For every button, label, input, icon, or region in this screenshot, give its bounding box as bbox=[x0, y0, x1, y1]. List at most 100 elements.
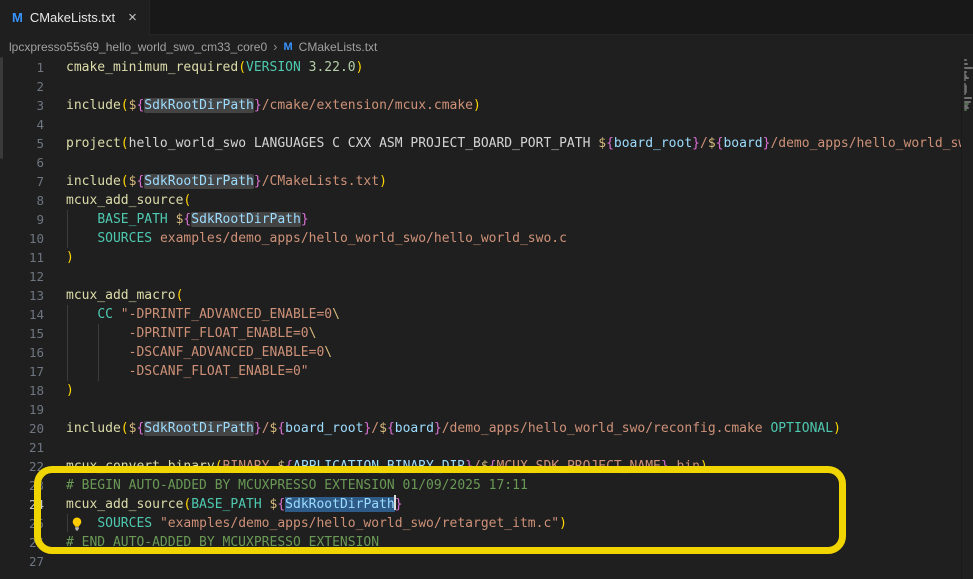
code-text bbox=[44, 267, 66, 286]
code-line[interactable]: 25 SOURCES "examples/demo_apps/hello_wor… bbox=[0, 514, 973, 533]
indent-guide bbox=[67, 210, 68, 248]
code-line[interactable]: 1cmake_minimum_required(VERSION 3.22.0) bbox=[0, 58, 973, 77]
code-line[interactable]: 7include(${SdkRootDirPath}/CMakeLists.tx… bbox=[0, 172, 973, 191]
code-line[interactable]: 22mcux_convert_binary(BINARY ${APPLICATI… bbox=[0, 457, 973, 476]
code-line[interactable]: 4 bbox=[0, 115, 973, 134]
line-number[interactable]: 22 bbox=[0, 457, 44, 476]
code-text: CC "-DPRINTF_ADVANCED_ENABLE=0\ bbox=[44, 305, 340, 324]
tab-cmakelists[interactable]: M CMakeLists.txt × bbox=[0, 0, 150, 35]
code-line[interactable]: 18) bbox=[0, 381, 973, 400]
line-number[interactable]: 25 bbox=[0, 514, 44, 533]
code-text: ) bbox=[44, 248, 74, 267]
code-line[interactable]: 27 bbox=[0, 552, 973, 571]
line-number[interactable]: 5 bbox=[0, 134, 44, 153]
line-number[interactable]: 6 bbox=[0, 153, 44, 172]
code-line[interactable]: 15 -DPRINTF_FLOAT_ENABLE=0\ bbox=[0, 324, 973, 343]
code-text: # BEGIN AUTO-ADDED BY MCUXPRESSO EXTENSI… bbox=[44, 476, 528, 495]
line-number[interactable]: 2 bbox=[0, 77, 44, 96]
code-text: mcux_add_macro( bbox=[44, 286, 183, 305]
code-text: include(${SdkRootDirPath}/${board_root}/… bbox=[44, 419, 841, 438]
code-text: -DSCANF_ADVANCED_ENABLE=0\ bbox=[44, 343, 332, 362]
code-editor[interactable]: 1cmake_minimum_required(VERSION 3.22.0)2… bbox=[0, 57, 973, 579]
editor-window: M CMakeLists.txt × lpcxpresso55s69_hello… bbox=[0, 0, 973, 579]
line-number[interactable]: 4 bbox=[0, 115, 44, 134]
line-number[interactable]: 14 bbox=[0, 305, 44, 324]
code-text: mcux_add_source(BASE_PATH ${SdkRootDirPa… bbox=[44, 495, 403, 514]
code-text: include(${SdkRootDirPath}/CMakeLists.txt… bbox=[44, 172, 387, 191]
code-text bbox=[44, 400, 66, 419]
code-line[interactable]: 12 bbox=[0, 267, 973, 286]
line-number[interactable]: 7 bbox=[0, 172, 44, 191]
code-text: mcux_add_source( bbox=[44, 191, 191, 210]
line-number[interactable]: 17 bbox=[0, 362, 44, 381]
line-number[interactable]: 11 bbox=[0, 248, 44, 267]
code-line[interactable]: 3include(${SdkRootDirPath}/cmake/extensi… bbox=[0, 96, 973, 115]
line-number[interactable]: 8 bbox=[0, 191, 44, 210]
code-line[interactable]: 2 bbox=[0, 77, 973, 96]
code-line[interactable]: 6 bbox=[0, 153, 973, 172]
code-text: # END AUTO-ADDED BY MCUXPRESSO EXTENSION bbox=[44, 533, 379, 552]
code-text: ) bbox=[44, 381, 74, 400]
code-line[interactable]: 8mcux_add_source( bbox=[0, 191, 973, 210]
code-lines: 1cmake_minimum_required(VERSION 3.22.0)2… bbox=[0, 58, 973, 571]
indent-guide bbox=[98, 324, 99, 381]
line-number[interactable]: 20 bbox=[0, 419, 44, 438]
line-number[interactable]: 16 bbox=[0, 343, 44, 362]
line-number[interactable]: 21 bbox=[0, 438, 44, 457]
code-line[interactable]: 19 bbox=[0, 400, 973, 419]
line-number[interactable]: 15 bbox=[0, 324, 44, 343]
line-number[interactable]: 13 bbox=[0, 286, 44, 305]
code-text: mcux_convert_binary(BINARY ${APPLICATION… bbox=[44, 457, 708, 476]
code-line[interactable]: 16 -DSCANF_ADVANCED_ENABLE=0\ bbox=[0, 343, 973, 362]
code-line[interactable]: 13mcux_add_macro( bbox=[0, 286, 973, 305]
code-line[interactable]: 24mcux_add_source(BASE_PATH ${SdkRootDir… bbox=[0, 495, 973, 514]
code-text: SOURCES "examples/demo_apps/hello_world_… bbox=[44, 514, 567, 533]
code-line[interactable]: 10 SOURCES examples/demo_apps/hello_worl… bbox=[0, 229, 973, 248]
code-text bbox=[44, 77, 66, 96]
cmake-file-icon: M bbox=[284, 41, 293, 53]
breadcrumb: lpcxpresso55s69_hello_world_swo_cm33_cor… bbox=[0, 36, 973, 57]
tab-title: CMakeLists.txt bbox=[30, 10, 115, 25]
code-line[interactable]: 9 BASE_PATH ${SdkRootDirPath} bbox=[0, 210, 973, 229]
line-number[interactable]: 9 bbox=[0, 210, 44, 229]
code-text: cmake_minimum_required(VERSION 3.22.0) bbox=[44, 58, 363, 77]
code-text: include(${SdkRootDirPath}/cmake/extensio… bbox=[44, 96, 481, 115]
line-number[interactable]: 24 bbox=[0, 495, 44, 514]
code-text bbox=[44, 115, 66, 134]
line-number[interactable]: 23 bbox=[0, 476, 44, 495]
code-line[interactable]: 5project(hello_world_swo LANGUAGES C CXX… bbox=[0, 134, 973, 153]
line-number[interactable]: 26 bbox=[0, 533, 44, 552]
breadcrumb-file[interactable]: CMakeLists.txt bbox=[299, 40, 378, 54]
code-line[interactable]: 11) bbox=[0, 248, 973, 267]
code-line[interactable]: 23# BEGIN AUTO-ADDED BY MCUXPRESSO EXTEN… bbox=[0, 476, 973, 495]
code-text: project(hello_world_swo LANGUAGES C CXX … bbox=[44, 134, 973, 153]
indent-guide bbox=[67, 514, 68, 532]
line-number[interactable]: 10 bbox=[0, 229, 44, 248]
chevron-right-icon: › bbox=[273, 39, 277, 54]
line-number[interactable]: 3 bbox=[0, 96, 44, 115]
code-text: SOURCES examples/demo_apps/hello_world_s… bbox=[44, 229, 567, 248]
cmake-file-icon: M bbox=[12, 10, 23, 25]
code-line[interactable]: 20include(${SdkRootDirPath}/${board_root… bbox=[0, 419, 973, 438]
close-icon[interactable]: × bbox=[128, 10, 137, 25]
line-number[interactable]: 1 bbox=[0, 58, 44, 77]
line-number[interactable]: 19 bbox=[0, 400, 44, 419]
minimap[interactable] bbox=[961, 57, 973, 579]
code-text bbox=[44, 153, 66, 172]
code-line[interactable]: 14 CC "-DPRINTF_ADVANCED_ENABLE=0\ bbox=[0, 305, 973, 324]
code-text: -DPRINTF_FLOAT_ENABLE=0\ bbox=[44, 324, 316, 343]
line-number[interactable]: 27 bbox=[0, 552, 44, 571]
tab-bar: M CMakeLists.txt × bbox=[0, 0, 973, 35]
code-line[interactable]: 17 -DSCANF_FLOAT_ENABLE=0" bbox=[0, 362, 973, 381]
code-text: -DSCANF_FLOAT_ENABLE=0" bbox=[44, 362, 309, 381]
code-text: BASE_PATH ${SdkRootDirPath} bbox=[44, 210, 309, 229]
breadcrumb-folder[interactable]: lpcxpresso55s69_hello_world_swo_cm33_cor… bbox=[9, 40, 267, 54]
code-line[interactable]: 21 bbox=[0, 438, 973, 457]
code-text bbox=[44, 552, 66, 571]
indent-guide bbox=[67, 305, 68, 381]
line-number[interactable]: 12 bbox=[0, 267, 44, 286]
code-line[interactable]: 26# END AUTO-ADDED BY MCUXPRESSO EXTENSI… bbox=[0, 533, 973, 552]
code-text bbox=[44, 438, 66, 457]
lightbulb-icon[interactable] bbox=[69, 516, 85, 532]
line-number[interactable]: 18 bbox=[0, 381, 44, 400]
